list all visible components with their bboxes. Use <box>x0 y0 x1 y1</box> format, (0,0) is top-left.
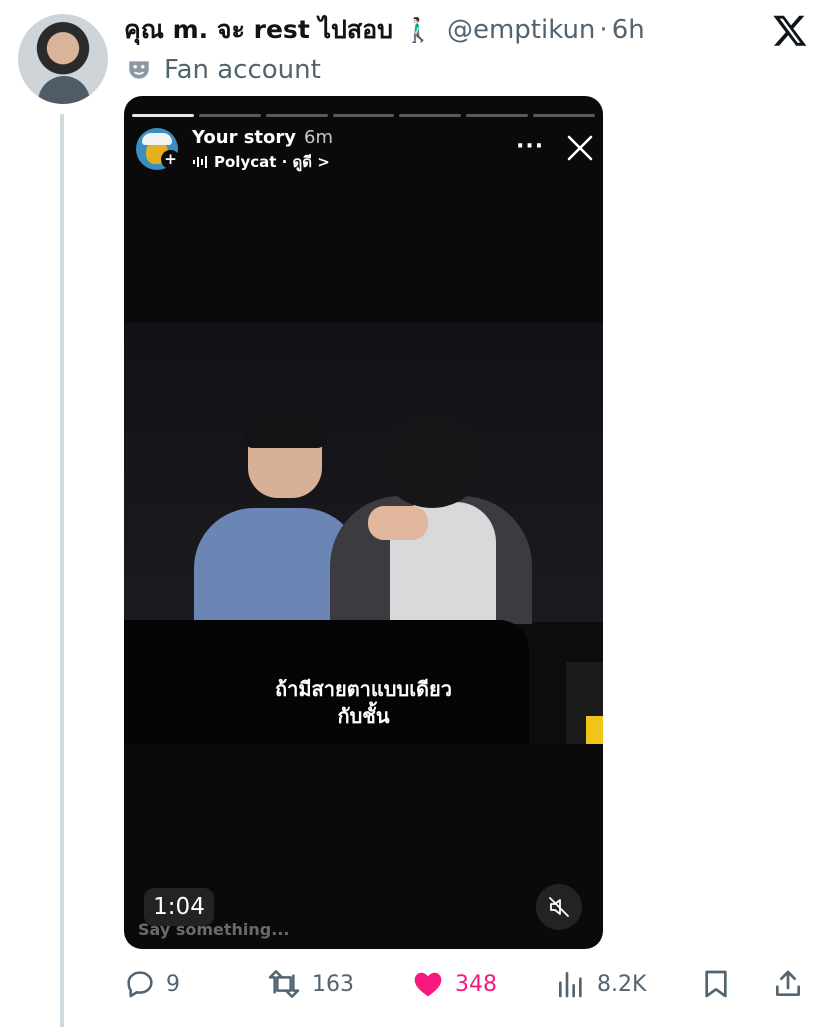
mute-icon <box>549 897 569 917</box>
retweet-button[interactable]: 163 <box>266 962 354 1006</box>
more-icon: ··· <box>516 134 545 159</box>
mask-icon <box>129 61 149 79</box>
thread-line <box>60 114 64 1027</box>
progress-segment <box>132 114 194 117</box>
views-icon <box>559 972 582 998</box>
tweet-time[interactable]: 6h <box>612 15 645 45</box>
story-progress <box>132 114 596 118</box>
close-icon <box>567 135 593 161</box>
reply-icon <box>127 971 153 998</box>
plus-icon: + <box>161 150 180 169</box>
reply-count: 9 <box>166 971 180 997</box>
story-time: 6m <box>304 127 334 148</box>
story-title-text: Your story <box>192 127 297 148</box>
like-button[interactable]: 348 <box>411 962 497 1006</box>
retweet-icon <box>268 970 300 998</box>
tweet-header: คุณ m. จะ rest ไปสอบ 🚶🏻‍♂️ @emptikun · 6… <box>124 10 645 50</box>
views-count: 8.2K <box>597 971 647 997</box>
bookmark-button[interactable] <box>700 962 742 1006</box>
fan-account-label: Fan account <box>164 55 321 85</box>
tweet-actions: 9 163 348 8.2K <box>0 962 828 1006</box>
progress-segment <box>265 114 328 117</box>
display-name[interactable]: คุณ m. จะ rest ไปสอบ <box>124 10 393 50</box>
user-handle[interactable]: @emptikun <box>447 15 595 45</box>
reply-placeholder: Say something... <box>138 920 290 939</box>
progress-segment <box>399 114 462 117</box>
story-title: Your story 6m <box>192 127 333 148</box>
reply-button[interactable]: 9 <box>124 962 180 1006</box>
progress-segment <box>198 114 261 117</box>
share-button[interactable] <box>772 962 814 1006</box>
progress-segment <box>466 114 529 117</box>
walking-emoji: 🚶🏻‍♂️ <box>403 16 433 44</box>
retweet-count: 163 <box>312 971 354 997</box>
author-avatar[interactable] <box>18 14 108 104</box>
views-button[interactable]: 8.2K <box>555 962 646 1006</box>
heart-icon <box>414 972 442 997</box>
mute-button[interactable] <box>536 884 582 930</box>
x-logo-icon[interactable] <box>772 12 808 48</box>
video-subtitle: ถ้ามีสายตาแบบเดียว กับชั้น <box>275 677 452 728</box>
separator-dot: · <box>599 15 608 45</box>
story-media[interactable]: + Your story 6m Polycat · ดูดี > ··· ถ้าม… <box>124 96 603 949</box>
like-count: 348 <box>455 971 497 997</box>
story-audio: Polycat · ดูดี > <box>192 150 330 174</box>
audio-wave-icon <box>193 156 207 168</box>
automated-label: Fan account <box>126 53 321 87</box>
share-icon <box>776 970 800 996</box>
bookmark-icon <box>705 970 727 998</box>
progress-segment <box>533 114 596 117</box>
audio-label: Polycat · ดูดี > <box>214 153 330 171</box>
progress-segment <box>332 114 395 117</box>
